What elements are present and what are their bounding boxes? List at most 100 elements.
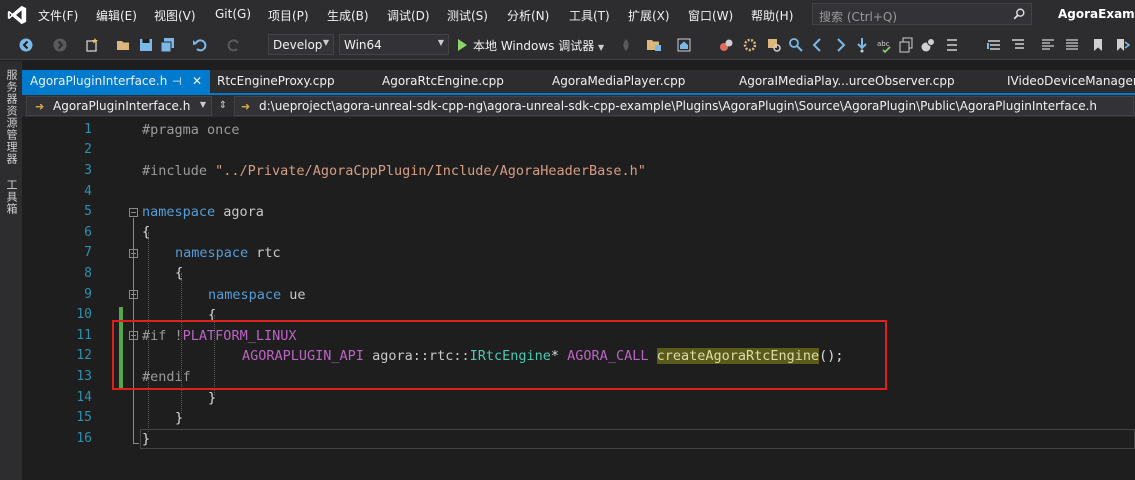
code-line-6: { bbox=[142, 224, 151, 240]
undo-icon[interactable] bbox=[192, 37, 208, 53]
menu-debug[interactable]: 调试(D) bbox=[387, 7, 430, 24]
tab-agora-plugin-interface[interactable]: AgoraPluginInterface.h ⊣ ✕ bbox=[22, 70, 210, 93]
tab-rtc-engine-proxy[interactable]: RtcEngineProxy.cpp bbox=[217, 70, 335, 93]
line-number: 12 bbox=[76, 348, 92, 363]
search-placeholder: 搜索 (Ctrl+Q) bbox=[819, 10, 898, 24]
new-project-icon[interactable] bbox=[84, 37, 100, 53]
solution-title: AgoraExamp bbox=[1058, 7, 1135, 21]
redo-icon[interactable] bbox=[226, 37, 242, 53]
format-document-icon[interactable] bbox=[1040, 37, 1056, 53]
platform-dropdown[interactable]: Win64 ▼ bbox=[339, 34, 449, 55]
bookmark-icon[interactable] bbox=[1090, 37, 1106, 53]
code-line-8: { bbox=[175, 265, 184, 281]
expand-selection-icon[interactable] bbox=[944, 37, 960, 53]
line-number: 14 bbox=[76, 390, 92, 405]
close-icon[interactable]: ✕ bbox=[192, 70, 202, 93]
code-line-14: } bbox=[208, 390, 217, 406]
start-debugging-button[interactable]: 本地 Windows 调试器 ▼ bbox=[458, 37, 604, 54]
line-number: 7 bbox=[84, 245, 92, 260]
arrow-right-icon: ➜ bbox=[35, 100, 45, 113]
menu-git[interactable]: Git(G) bbox=[215, 7, 251, 21]
open-folder-icon[interactable] bbox=[116, 37, 132, 53]
hot-reload-icon[interactable] bbox=[618, 37, 634, 53]
find-in-files-icon[interactable] bbox=[766, 37, 782, 53]
settings-icon[interactable] bbox=[742, 37, 758, 53]
save-icon[interactable] bbox=[138, 37, 154, 53]
fold-end bbox=[133, 443, 139, 444]
line-number: 5 bbox=[84, 204, 92, 219]
toolbox-tab[interactable]: 工具箱 bbox=[3, 179, 19, 215]
fold-toggle-icon[interactable] bbox=[129, 208, 138, 217]
spell-check-icon[interactable]: abc bbox=[876, 37, 892, 53]
code-line-1: #pragma once bbox=[142, 122, 240, 138]
line-number: 16 bbox=[76, 431, 92, 446]
quick-actions-icon[interactable] bbox=[986, 37, 1002, 53]
line-number: 13 bbox=[76, 369, 92, 384]
forward-icon[interactable] bbox=[52, 37, 68, 53]
chevron-down-icon: ▼ bbox=[322, 38, 329, 47]
save-all-icon[interactable] bbox=[160, 37, 176, 53]
chevron-down-icon: ▼ bbox=[437, 38, 444, 47]
arrow-right-icon: ➜ bbox=[241, 100, 251, 113]
menu-file[interactable]: 文件(F) bbox=[38, 7, 78, 24]
navigate-forward-icon[interactable] bbox=[832, 37, 848, 53]
line-number: 11 bbox=[76, 328, 92, 343]
line-number: 4 bbox=[84, 184, 92, 199]
tab-ivideo-device-manager[interactable]: IVideoDeviceManager bbox=[1007, 70, 1135, 93]
toolbar: Develop ▼ Win64 ▼ 本地 Windows 调试器 ▼ abc bbox=[0, 30, 1135, 60]
file-scope-dropdown[interactable]: ➜ AgoraPluginInterface.h ▼ bbox=[26, 96, 212, 116]
pin-icon[interactable]: ⊣ bbox=[172, 70, 182, 93]
line-number: 9 bbox=[84, 287, 92, 302]
server-explorer-tab[interactable]: 服务器资源管理器 bbox=[3, 69, 19, 165]
config-dropdown[interactable]: Develop ▼ bbox=[268, 34, 334, 55]
menu-build[interactable]: 生成(B) bbox=[327, 7, 369, 24]
step-into-icon[interactable] bbox=[854, 37, 870, 53]
menu-view[interactable]: 视图(V) bbox=[154, 7, 196, 24]
annotation-highlight-box bbox=[112, 320, 887, 390]
outline-icon[interactable] bbox=[1010, 37, 1026, 53]
tab-agora-media-player[interactable]: AgoraMediaPlayer.cpp bbox=[552, 70, 685, 93]
bookmark-tools-icon[interactable] bbox=[718, 37, 734, 53]
menu-analyze[interactable]: 分析(N) bbox=[507, 7, 549, 24]
line-number: 6 bbox=[84, 225, 92, 240]
line-number: 3 bbox=[84, 163, 92, 178]
comment-lines-icon[interactable] bbox=[1064, 37, 1080, 53]
tab-agora-imedia-player-observer[interactable]: AgoraIMediaPlay...urceObserver.cpp bbox=[739, 70, 955, 93]
file-path-dropdown[interactable]: ➜ d:\ueproject\agora-unreal-sdk-cpp-ng\a… bbox=[234, 96, 1134, 116]
play-icon bbox=[458, 39, 467, 51]
tab-agora-rtc-engine[interactable]: AgoraRtcEngine.cpp bbox=[382, 70, 504, 93]
code-line-9: namespace ue bbox=[208, 287, 306, 303]
document-tab-bar: AgoraPluginInterface.h ⊣ ✕ RtcEngineProx… bbox=[22, 70, 1135, 93]
svg-text:abc: abc bbox=[877, 40, 890, 48]
home-icon[interactable] bbox=[676, 37, 692, 53]
back-icon[interactable] bbox=[18, 37, 34, 53]
line-number: 8 bbox=[84, 266, 92, 281]
line-number-gutter: 1 2 3 4 5 6 7 8 9 10 11 12 13 14 15 16 bbox=[22, 117, 102, 480]
menu-edit[interactable]: 编辑(E) bbox=[96, 7, 137, 24]
toggle-breakpoint-icon[interactable] bbox=[920, 37, 936, 53]
chevron-down-icon: ▼ bbox=[199, 100, 206, 109]
navigation-bar: ➜ AgoraPluginInterface.h ▼ ⇕ ➜ d:\ueproj… bbox=[22, 95, 1135, 117]
menu-extensions[interactable]: 扩展(X) bbox=[628, 7, 670, 24]
search-box[interactable]: 搜索 (Ctrl+Q) bbox=[812, 3, 1032, 25]
menu-tools[interactable]: 工具(T) bbox=[569, 7, 610, 24]
menu-test[interactable]: 测试(S) bbox=[447, 7, 488, 24]
menu-help[interactable]: 帮助(H) bbox=[751, 7, 793, 24]
line-number: 2 bbox=[84, 142, 92, 157]
line-number: 15 bbox=[76, 410, 92, 425]
find-symbol-icon[interactable] bbox=[788, 37, 804, 53]
next-bookmark-icon[interactable] bbox=[1114, 37, 1130, 53]
menu-bar: 文件(F) 编辑(E) 视图(V) Git(G) 项目(P) 生成(B) 调试(… bbox=[0, 0, 1135, 30]
menu-project[interactable]: 项目(P) bbox=[268, 7, 309, 24]
split-arrows-icon[interactable]: ⇕ bbox=[216, 96, 230, 116]
navigate-backward-icon[interactable] bbox=[810, 37, 826, 53]
side-tool-panel: 服务器资源管理器 工具箱 bbox=[0, 61, 22, 480]
visual-studio-logo-icon[interactable] bbox=[6, 4, 28, 26]
copy-icon[interactable] bbox=[898, 37, 914, 53]
solution-explorer-icon[interactable] bbox=[646, 37, 662, 53]
menu-window[interactable]: 窗口(W) bbox=[688, 7, 733, 24]
line-number: 10 bbox=[76, 307, 92, 322]
code-line-5: namespace agora bbox=[142, 204, 264, 220]
current-line-highlight bbox=[140, 429, 1135, 449]
code-line-15: } bbox=[175, 410, 184, 426]
